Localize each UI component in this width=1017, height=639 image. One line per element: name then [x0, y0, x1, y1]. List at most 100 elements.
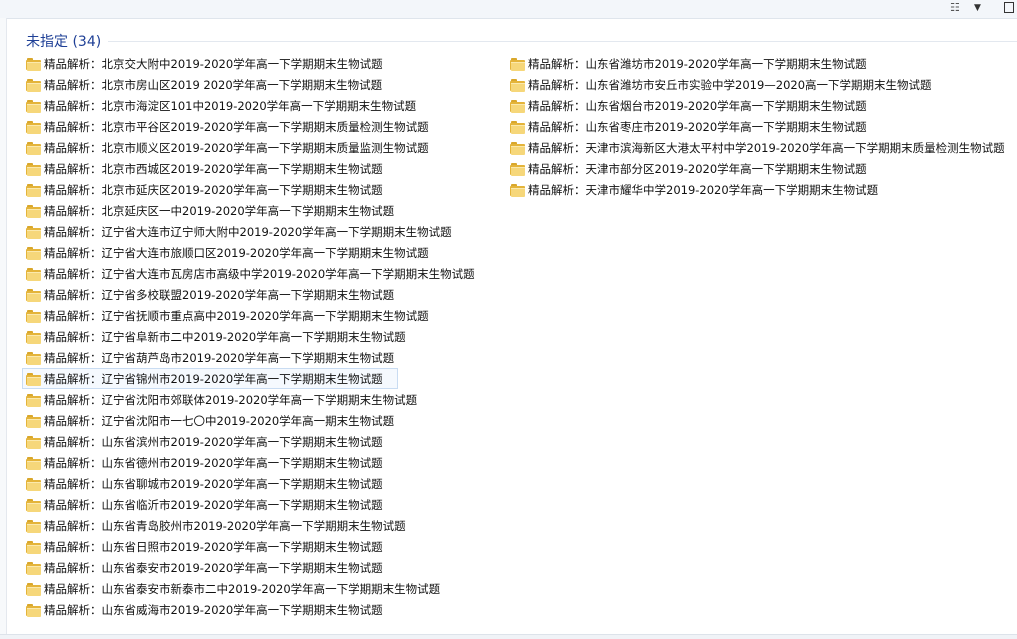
folder-name: 精品解析：天津市滨海新区大港太平村中学2019-2020学年高一下学期期末质量检…	[528, 140, 1005, 155]
folder-name: 精品解析：辽宁省锦州市2019-2020学年高一下学期期末生物试题	[44, 371, 383, 386]
preview-pane-icon[interactable]	[1004, 2, 1014, 13]
folder-name: 精品解析：北京市延庆区2019-2020学年高一下学期期末生物试题	[44, 182, 383, 197]
folder-item[interactable]: 精品解析：辽宁省阜新市二中2019-2020学年高一下学期期末生物试题	[22, 326, 476, 347]
folder-icon	[26, 330, 41, 344]
folder-item[interactable]: 精品解析：山东省日照市2019-2020学年高一下学期期末生物试题	[22, 536, 476, 557]
folder-icon	[26, 78, 41, 92]
status-bar-edge	[0, 634, 1017, 639]
file-column-2: 精品解析：山东省潍坊市2019-2020学年高一下学期期末生物试题 精品解析：山东…	[506, 53, 1006, 200]
folder-icon	[26, 561, 41, 575]
folder-item[interactable]: 精品解析：辽宁省沈阳市一七〇中2019-2020学年高一期末生物试题	[22, 410, 476, 431]
folder-name: 精品解析：山东省威海市2019-2020学年高一下学期期末生物试题	[44, 602, 383, 617]
folder-icon	[26, 120, 41, 134]
folder-name: 精品解析：辽宁省大连市辽宁师大附中2019-2020学年高一下学期期末生物试题	[44, 224, 452, 239]
folder-icon	[510, 141, 525, 155]
folder-item[interactable]: 精品解析：辽宁省葫芦岛市2019-2020学年高一下学期期末生物试题	[22, 347, 476, 368]
view-options-icon[interactable]: ☷	[950, 2, 964, 14]
folder-icon	[26, 582, 41, 596]
folder-name: 精品解析：山东省潍坊市安丘市实验中学2019—2020高一下学期期末生物试题	[528, 77, 932, 92]
folder-icon	[26, 183, 41, 197]
folder-item[interactable]: 精品解析：北京市延庆区2019-2020学年高一下学期期末生物试题	[22, 179, 476, 200]
group-divider	[108, 41, 1017, 42]
group-title: 未指定 (34)	[26, 34, 102, 50]
folder-icon	[26, 225, 41, 239]
folder-item[interactable]: 精品解析：山东省潍坊市2019-2020学年高一下学期期末生物试题	[506, 53, 1006, 74]
folder-item[interactable]: 精品解析：辽宁省抚顺市重点高中2019-2020学年高一下学期期末生物试题	[22, 305, 476, 326]
folder-item[interactable]: 精品解析：山东省滨州市2019-2020学年高一下学期期末生物试题	[22, 431, 476, 452]
folder-item[interactable]: 精品解析：山东省烟台市2019-2020学年高一下学期期末生物试题	[506, 95, 1006, 116]
folder-item[interactable]: 精品解析：北京延庆区一中2019-2020学年高一下学期期末生物试题	[22, 200, 476, 221]
folder-icon	[26, 309, 41, 323]
folder-item[interactable]: 精品解析：北京市西城区2019-2020学年高一下学期期末生物试题	[22, 158, 476, 179]
folder-item[interactable]: 精品解析：辽宁省大连市辽宁师大附中2019-2020学年高一下学期期末生物试题	[22, 221, 476, 242]
folder-icon	[510, 99, 525, 113]
folder-item[interactable]: 精品解析：北京市海淀区101中2019-2020学年高一下学期期末生物试题	[22, 95, 476, 116]
folder-icon	[26, 162, 41, 176]
folder-icon	[26, 603, 41, 617]
folder-name: 精品解析：北京市平谷区2019-2020学年高一下学期期末质量检测生物试题	[44, 119, 429, 134]
folder-item[interactable]: 精品解析：山东省威海市2019-2020学年高一下学期期末生物试题	[22, 599, 476, 620]
folder-icon	[26, 393, 41, 407]
folder-icon	[26, 141, 41, 155]
folder-name: 精品解析：山东省烟台市2019-2020学年高一下学期期末生物试题	[528, 98, 867, 113]
folder-icon	[26, 540, 41, 554]
folder-name: 精品解析：辽宁省葫芦岛市2019-2020学年高一下学期期末生物试题	[44, 350, 395, 365]
folder-name: 精品解析：天津市耀华中学2019-2020学年高一下学期期末生物试题	[528, 182, 879, 197]
folder-icon	[26, 57, 41, 71]
folder-name: 精品解析：山东省青岛胶州市2019-2020学年高一下学期期末生物试题	[44, 518, 406, 533]
folder-item[interactable]: 精品解析：辽宁省多校联盟2019-2020学年高一下学期期末生物试题	[22, 284, 476, 305]
folder-icon	[26, 246, 41, 260]
folder-name: 精品解析：山东省潍坊市2019-2020学年高一下学期期末生物试题	[528, 56, 867, 71]
folder-name: 精品解析：辽宁省抚顺市重点高中2019-2020学年高一下学期期末生物试题	[44, 308, 429, 323]
folder-name: 精品解析：辽宁省大连市瓦房店市高级中学2019-2020学年高一下学期期末生物试…	[44, 266, 475, 281]
folder-item[interactable]: 精品解析：辽宁省锦州市2019-2020学年高一下学期期末生物试题	[22, 368, 398, 389]
folder-icon	[26, 414, 41, 428]
folder-item[interactable]: 精品解析：天津市部分区2019-2020学年高一下学期期末生物试题	[506, 158, 1006, 179]
folder-name: 精品解析：天津市部分区2019-2020学年高一下学期期末生物试题	[528, 161, 867, 176]
folder-icon	[510, 78, 525, 92]
folder-item[interactable]: 精品解析：山东省潍坊市安丘市实验中学2019—2020高一下学期期末生物试题	[506, 74, 1006, 95]
folder-item[interactable]: 精品解析：山东省泰安市2019-2020学年高一下学期期末生物试题	[22, 557, 476, 578]
folder-name: 精品解析：北京交大附中2019-2020学年高一下学期期末生物试题	[44, 56, 383, 71]
folder-item[interactable]: 精品解析：山东省聊城市2019-2020学年高一下学期期末生物试题	[22, 473, 476, 494]
folder-name: 精品解析：北京市房山区2019 2020学年高一下学期期末生物试题	[44, 77, 383, 92]
folder-item[interactable]: 精品解析：天津市耀华中学2019-2020学年高一下学期期末生物试题	[506, 179, 1006, 200]
folder-item[interactable]: 精品解析：北京市平谷区2019-2020学年高一下学期期末质量检测生物试题	[22, 116, 476, 137]
folder-icon	[510, 162, 525, 176]
folder-item[interactable]: 精品解析：山东省泰安市新泰市二中2019-2020学年高一下学期期末生物试题	[22, 578, 476, 599]
folder-item[interactable]: 精品解析：山东省临沂市2019-2020学年高一下学期期末生物试题	[22, 494, 476, 515]
folder-name: 精品解析：山东省泰安市2019-2020学年高一下学期期末生物试题	[44, 560, 383, 575]
folder-icon	[26, 99, 41, 113]
folder-icon	[26, 267, 41, 281]
folder-name: 精品解析：辽宁省多校联盟2019-2020学年高一下学期期末生物试题	[44, 287, 395, 302]
folder-item[interactable]: 精品解析：北京市房山区2019 2020学年高一下学期期末生物试题	[22, 74, 476, 95]
navigation-pane-edge	[0, 18, 7, 638]
folder-name: 精品解析：山东省聊城市2019-2020学年高一下学期期末生物试题	[44, 476, 383, 491]
folder-item[interactable]: 精品解析：辽宁省沈阳市郊联体2019-2020学年高一下学期期末生物试题	[22, 389, 476, 410]
folder-item[interactable]: 精品解析：天津市滨海新区大港太平村中学2019-2020学年高一下学期期末质量检…	[506, 137, 1006, 158]
folder-name: 精品解析：山东省泰安市新泰市二中2019-2020学年高一下学期期末生物试题	[44, 581, 441, 596]
folder-item[interactable]: 精品解析：北京交大附中2019-2020学年高一下学期期末生物试题	[22, 53, 476, 74]
folder-icon	[26, 477, 41, 491]
folder-item[interactable]: 精品解析：山东省青岛胶州市2019-2020学年高一下学期期末生物试题	[22, 515, 476, 536]
file-column-1: 精品解析：北京交大附中2019-2020学年高一下学期期末生物试题 精品解析：北京…	[22, 53, 476, 620]
folder-item[interactable]: 精品解析：辽宁省大连市瓦房店市高级中学2019-2020学年高一下学期期末生物试…	[22, 263, 476, 284]
folder-icon	[26, 351, 41, 365]
folder-icon	[510, 120, 525, 134]
group-header[interactable]: 未指定 (34)	[26, 30, 101, 52]
folder-item[interactable]: 精品解析：山东省德州市2019-2020学年高一下学期期末生物试题	[22, 452, 476, 473]
folder-name: 精品解析：辽宁省大连市旅顺口区2019-2020学年高一下学期期末生物试题	[44, 245, 429, 260]
folder-name: 精品解析：山东省日照市2019-2020学年高一下学期期末生物试题	[44, 539, 383, 554]
folder-item[interactable]: 精品解析：北京市顺义区2019-2020学年高一下学期期末质量监测生物试题	[22, 137, 476, 158]
folder-icon	[26, 519, 41, 533]
folder-name: 精品解析：山东省滨州市2019-2020学年高一下学期期末生物试题	[44, 434, 383, 449]
folder-name: 精品解析：北京市顺义区2019-2020学年高一下学期期末质量监测生物试题	[44, 140, 429, 155]
folder-name: 精品解析：辽宁省阜新市二中2019-2020学年高一下学期期末生物试题	[44, 329, 406, 344]
folder-icon	[26, 435, 41, 449]
folder-icon	[26, 288, 41, 302]
chevron-down-icon[interactable]: ▼	[974, 1, 981, 15]
folder-name: 精品解析：北京市海淀区101中2019-2020学年高一下学期期末生物试题	[44, 98, 417, 113]
folder-item[interactable]: 精品解析：山东省枣庄市2019-2020学年高一下学期期末生物试题	[506, 116, 1006, 137]
folder-item[interactable]: 精品解析：辽宁省大连市旅顺口区2019-2020学年高一下学期期末生物试题	[22, 242, 476, 263]
folder-name: 精品解析：北京延庆区一中2019-2020学年高一下学期期末生物试题	[44, 203, 395, 218]
